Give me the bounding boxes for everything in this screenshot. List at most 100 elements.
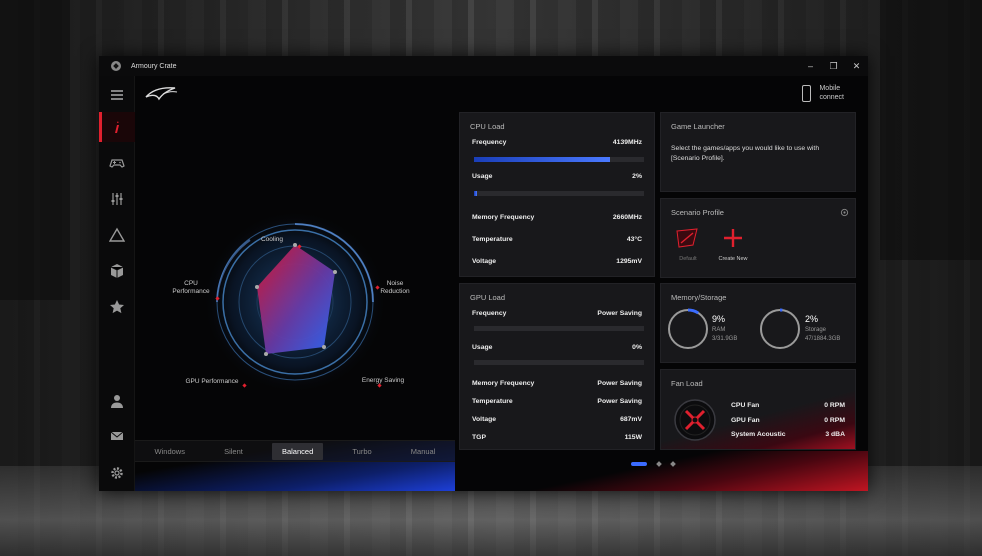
window-title: Armoury Crate <box>131 62 177 70</box>
cube-icon <box>110 264 124 278</box>
radar-label-gpu: GPU Performance <box>185 378 239 385</box>
mode-balanced[interactable]: Balanced <box>271 442 324 460</box>
gpu-usage-bar <box>474 360 644 365</box>
gpu-frequency-bar <box>474 326 644 331</box>
card-title: GPU Load <box>470 293 506 302</box>
cpu-memfreq-row: Memory Frequency 2660MHz <box>472 214 642 221</box>
sidebar-item-favorites[interactable] <box>99 292 135 322</box>
mail-icon <box>110 431 124 440</box>
sidebar-item-user-center[interactable] <box>99 386 135 416</box>
fan-icon <box>674 399 716 441</box>
mode-silent[interactable]: Silent <box>214 443 253 460</box>
card-title: Fan Load <box>671 379 703 388</box>
cpu-usage-bar-fill <box>474 191 478 196</box>
maximize-button[interactable]: ❐ <box>822 56 845 76</box>
radar-chart <box>203 210 387 394</box>
sidebar-item-gaming[interactable] <box>99 148 135 178</box>
radar-label-cooling: Cooling <box>260 236 284 243</box>
close-button[interactable]: ✕ <box>845 56 868 76</box>
gamepad-icon <box>109 159 125 168</box>
gpu-fan-row: GPU Fan 0 RPM <box>731 417 845 424</box>
plus-icon <box>724 229 742 247</box>
decorative-red-band <box>488 451 868 491</box>
sidebar <box>99 76 135 491</box>
ram-label: RAM <box>712 327 726 333</box>
sliders-icon <box>111 193 123 205</box>
user-icon <box>111 395 123 408</box>
top-bar: Mobile connect <box>135 76 868 112</box>
ram-detail: 3/31.9GB <box>712 336 738 342</box>
storage-gauge <box>759 308 801 350</box>
card-title: Game Launcher <box>671 122 725 131</box>
storage-label: Storage <box>805 327 827 333</box>
radar-chart-area: Cooling Noise Reduction Energy Saving GP… <box>135 112 455 491</box>
system-acoustic-row: System Acoustic 3 dBA <box>731 431 845 438</box>
storage-detail: 47/1884.3GB <box>805 336 841 342</box>
storage-percent: 2% <box>805 314 819 324</box>
minimize-button[interactable]: – <box>799 56 822 76</box>
sidebar-item-settings[interactable] <box>99 458 135 488</box>
phone-icon <box>802 84 812 102</box>
operating-mode-bar: Windows Silent Balanced Turbo Manual <box>135 440 455 462</box>
sidebar-item-featured[interactable] <box>99 256 135 286</box>
gpu-memfreq-row: Memory Frequency Power Saving <box>472 380 642 387</box>
card-title: Memory/Storage <box>671 293 727 302</box>
aura-icon <box>109 227 125 242</box>
mode-turbo[interactable]: Turbo <box>342 443 381 460</box>
menu-button[interactable] <box>99 80 135 110</box>
gpu-usage-row: Usage 0% <box>472 344 642 351</box>
cpu-usage-bar <box>474 191 644 196</box>
game-launcher-text: Select the games/apps you would like to … <box>671 145 820 162</box>
cpu-load-card[interactable]: CPU Load Frequency 4139MHz Usage 2% Memo… <box>459 112 655 277</box>
cpu-frequency-bar-fill <box>474 157 610 162</box>
scenario-profile-card: Scenario Profile Default Create New <box>660 198 856 278</box>
sidebar-item-device-info[interactable] <box>99 112 135 142</box>
cpu-temperature-row: Temperature 43°C <box>472 236 642 243</box>
sidebar-item-news[interactable] <box>99 421 135 451</box>
gpu-frequency-row: Frequency Power Saving <box>472 310 642 317</box>
mode-manual[interactable]: Manual <box>401 443 446 460</box>
page-dot-1[interactable] <box>631 462 647 466</box>
fan-load-card[interactable]: Fan Load CPU Fan 0 RPM GPU Fan 0 RPM Sys… <box>660 369 856 450</box>
cpu-frequency-bar <box>474 157 644 162</box>
title-bar: Armoury Crate – ❐ ✕ <box>99 56 868 76</box>
radar-label-cpu: CPU Performance <box>172 280 210 295</box>
rog-logo-icon <box>145 87 178 101</box>
memory-storage-card[interactable]: Memory/Storage 9% RAM 3/31.9GB 2% Storag… <box>660 283 856 363</box>
background-building <box>0 0 70 300</box>
page-dot-3[interactable] <box>670 461 676 467</box>
info-icon <box>115 121 119 133</box>
background-building <box>880 0 982 260</box>
ram-percent: 9% <box>712 314 726 324</box>
cpu-usage-row: Usage 2% <box>472 173 642 180</box>
app-logo-icon <box>111 61 121 71</box>
cpu-fan-row: CPU Fan 0 RPM <box>731 402 845 409</box>
game-launcher-card[interactable]: Game Launcher Select the games/apps you … <box>660 112 856 192</box>
mobile-label-line2: connect <box>819 94 844 101</box>
mode-windows[interactable]: Windows <box>145 443 195 460</box>
app-window: Armoury Crate – ❐ ✕ Mobile connect Cooli… <box>99 56 868 491</box>
sidebar-item-settings-tuning[interactable] <box>99 184 135 214</box>
page-indicator <box>631 461 676 467</box>
gpu-load-card[interactable]: GPU Load Frequency Power Saving Usage 0%… <box>459 283 655 450</box>
scenario-default-icon <box>676 228 698 248</box>
page-dot-2[interactable] <box>656 461 662 467</box>
cpu-voltage-row: Voltage 1295mV <box>472 258 642 265</box>
gear-icon <box>111 467 123 479</box>
gpu-tgp-row: TGP 115W <box>472 434 642 441</box>
card-title: Scenario Profile <box>671 208 724 217</box>
cpu-frequency-row: Frequency 4139MHz <box>472 139 642 146</box>
card-title: CPU Load <box>470 122 505 131</box>
sidebar-item-aura[interactable] <box>99 220 135 250</box>
ram-gauge <box>667 308 709 350</box>
settings-small-icon[interactable] <box>840 208 849 217</box>
hamburger-icon <box>111 90 123 100</box>
mobile-label-line1: Mobile <box>819 85 841 92</box>
mobile-connect-button[interactable]: Mobile connect <box>802 84 844 102</box>
gpu-voltage-row: Voltage 687mV <box>472 416 642 423</box>
scenario-create-new-button[interactable]: Create New <box>715 227 751 262</box>
gpu-temperature-row: Temperature Power Saving <box>472 398 642 405</box>
star-icon <box>110 300 124 314</box>
radar-label-energy: Energy Saving <box>361 377 405 384</box>
scenario-default-button[interactable]: Default <box>673 227 703 262</box>
